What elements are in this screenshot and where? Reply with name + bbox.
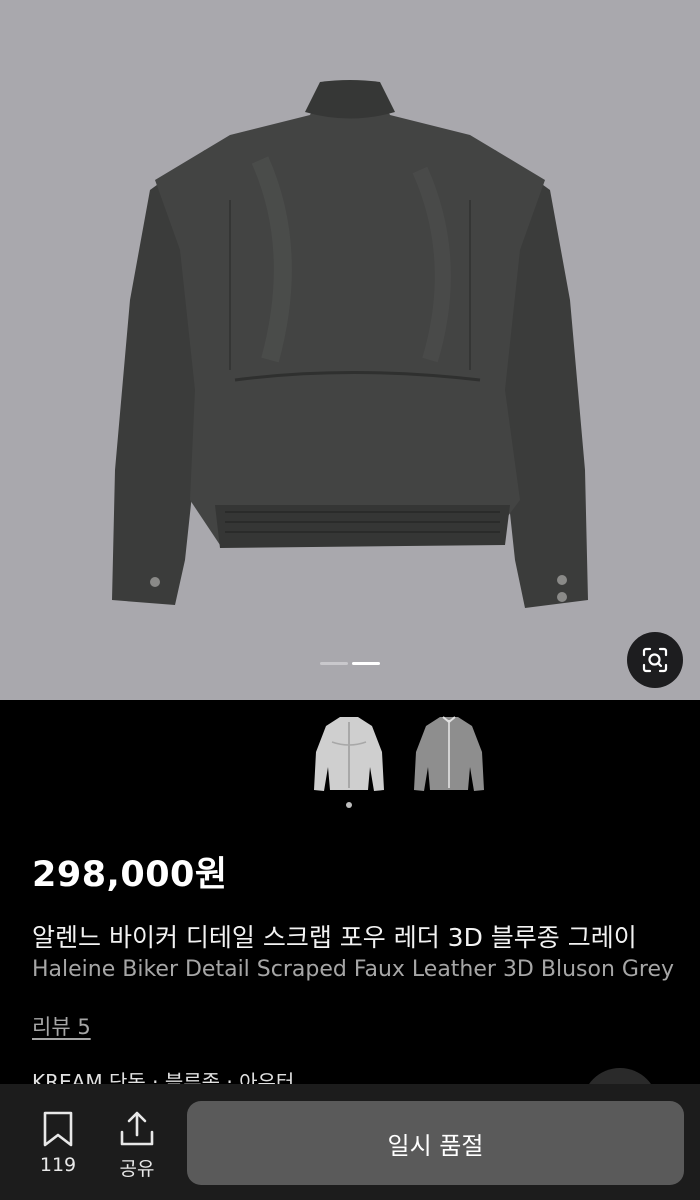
product-title-english: Haleine Biker Detail Scraped Faux Leathe… bbox=[32, 957, 675, 982]
jacket-image bbox=[112, 80, 588, 608]
carousel-indicator bbox=[320, 662, 380, 665]
share-button[interactable]: 공유 bbox=[112, 1110, 162, 1181]
thumbnail-strip bbox=[310, 712, 488, 798]
share-icon bbox=[120, 1111, 154, 1146]
thumbnail-selected-indicator bbox=[346, 802, 352, 808]
thumbnail-2[interactable] bbox=[410, 712, 488, 798]
lens-search-button[interactable] bbox=[627, 632, 683, 688]
reviews-link[interactable]: 리뷰 5 bbox=[32, 1011, 91, 1041]
carousel-dot-active[interactable] bbox=[352, 662, 380, 665]
product-hero-image[interactable] bbox=[0, 0, 700, 700]
share-label: 공유 bbox=[119, 1158, 155, 1180]
thumbnail-1[interactable] bbox=[310, 712, 388, 798]
bookmark-count: 119 bbox=[39, 1154, 77, 1176]
bookmark-icon bbox=[43, 1111, 73, 1147]
sold-out-button[interactable]: 일시 품절 bbox=[187, 1101, 684, 1185]
product-price: 298,000원 bbox=[32, 855, 228, 895]
carousel-dot[interactable] bbox=[320, 662, 348, 665]
product-title-korean: 알렌느 바이커 디테일 스크랩 포우 레더 3D 블루종 그레이 bbox=[32, 923, 637, 952]
lens-search-icon bbox=[642, 647, 668, 673]
bookmark-button[interactable]: 119 bbox=[36, 1110, 80, 1176]
